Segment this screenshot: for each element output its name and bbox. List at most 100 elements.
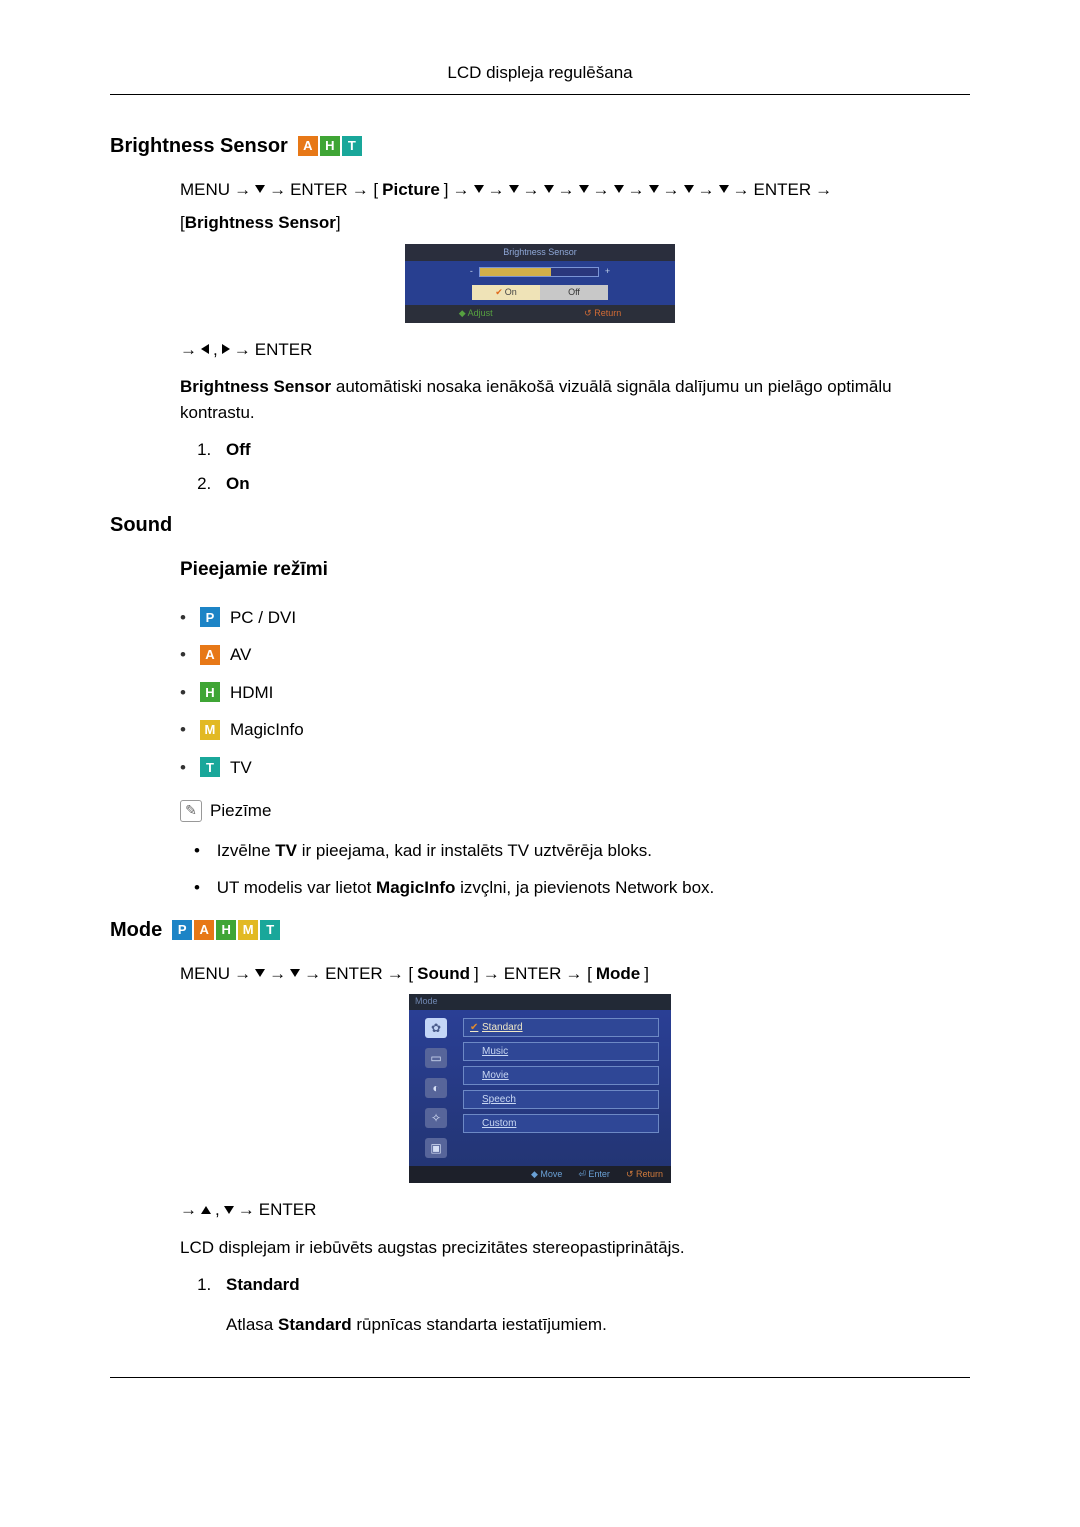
footer-rule [110,1377,970,1378]
side-icon[interactable]: ✿ [425,1018,447,1038]
mode-icon-h: H [216,920,236,940]
osd-mode-list: ✔Standard Music Movie Speech Custom [463,1010,671,1166]
side-icon[interactable]: ▣ [425,1138,447,1158]
osd-item-speech[interactable]: Speech [463,1090,659,1109]
brightness-mode-icons: A H T [298,136,362,156]
left-arrow-icon [201,344,209,354]
mode-item-av: A AV [180,642,970,668]
down-arrow-icon [614,185,624,193]
down-arrow-icon [684,185,694,193]
down-arrow-icon [224,1206,234,1214]
mode-nav-path: MENU → → →ENTER → [Sound] →ENTER → [Mode… [180,961,970,987]
osd-slider[interactable] [479,267,599,277]
available-modes-heading: Pieejamie režīmi [180,556,970,585]
page-header: LCD displeja regulēšana [110,60,970,95]
down-arrow-icon [290,969,300,977]
right-arrow-icon [222,344,230,354]
note-tv: Izvēlne TV ir pieejama, kad ir instalēts… [194,838,970,864]
nav-enter: ENTER [259,1197,317,1223]
osd-title: Brightness Sensor [405,244,675,262]
mode-icon-t: T [200,757,220,777]
mode-option-standard: Standard Atlasa Standard rūpnīcas standa… [216,1272,970,1337]
down-arrow-icon [509,185,519,193]
nav-brightness-sensor: Brightness Sensor [185,213,336,232]
up-arrow-icon [201,1206,211,1214]
mode-description: LCD displejam ir iebūvēts augstas preciz… [180,1235,970,1261]
sound-heading: Sound [110,510,970,540]
mode-post-nav: →, →ENTER [180,1197,970,1223]
mode-icon-a: A [298,136,318,156]
osd-enter-hint: ⏎ Enter [578,1168,610,1182]
note-icon: ✎ [180,800,202,822]
nav-mode: Mode [596,961,640,987]
nav-picture: Picture [382,177,440,203]
mode-item-magicinfo: M MagicInfo [180,717,970,743]
mode-label: PC / DVI [230,605,296,631]
down-arrow-icon [649,185,659,193]
nav-sound: Sound [417,961,470,987]
mode-icon-a: A [194,920,214,940]
osd-title: Mode [409,994,671,1010]
nav-enter: ENTER [290,177,348,203]
brightness-sensor-heading: Brightness Sensor A H T [110,131,970,161]
mode-icon-t: T [342,136,362,156]
side-icon[interactable]: ◐ [425,1078,447,1098]
nav-enter: ENTER [325,961,383,987]
mode-icon-h: H [320,136,340,156]
down-arrow-icon [719,185,729,193]
osd-on-button[interactable]: ✔On [472,285,540,301]
brightness-option-on: On [216,471,970,497]
brightness-heading-text: Brightness Sensor [110,131,288,161]
down-arrow-icon [255,969,265,977]
mode-heading: Mode P A H M T [110,915,970,945]
brightness-osd: Brightness Sensor - + ✔On Off ◆ Adjust ↺… [405,244,675,323]
osd-adjust-hint: ◆ Adjust [459,307,493,321]
mode-item-tv: T TV [180,755,970,781]
nav-enter: ENTER [255,337,313,363]
nav-menu: MENU [180,961,230,987]
osd-slider-row: - + [405,261,675,283]
mode-heading-text: Mode [110,915,162,945]
brightness-description: Brightness Sensor automātiski nosaka ien… [180,374,970,425]
osd-minus[interactable]: - [470,265,473,279]
down-arrow-icon [544,185,554,193]
note-label: Piezīme [210,798,271,824]
mode-icon-h: H [200,682,220,702]
down-arrow-icon [579,185,589,193]
note-magicinfo: UT modelis var lietot MagicInfo izvçlni,… [194,875,970,901]
mode-label: HDMI [230,680,273,706]
nav-enter: ENTER [504,961,562,987]
mode-icon-m: M [200,720,220,740]
mode-icon-m: M [238,920,258,940]
notes-list: Izvēlne TV ir pieejama, kad ir instalēts… [194,838,970,901]
modes-list: P PC / DVI A AV H HDMI M MagicInfo T TV [180,605,970,781]
osd-item-music[interactable]: Music [463,1042,659,1061]
mode-label: AV [230,642,251,668]
brightness-nav-suffix: [Brightness Sensor] [180,210,970,236]
osd-item-standard[interactable]: ✔Standard [463,1018,659,1037]
osd-return-hint: ↺ Return [626,1168,663,1182]
mode-item-pc-dvi: P PC / DVI [180,605,970,631]
down-arrow-icon [474,185,484,193]
osd-off-button[interactable]: Off [540,285,608,301]
osd-item-movie[interactable]: Movie [463,1066,659,1085]
osd-item-custom[interactable]: Custom [463,1114,659,1133]
note-heading: ✎ Piezīme [180,798,970,824]
osd-side-icons: ✿ ▭ ◐ ✧ ▣ [409,1010,463,1166]
mode-osd: Mode ✿ ▭ ◐ ✧ ▣ ✔Standard Music Movie Spe… [409,994,671,1183]
nav-enter: ENTER [754,177,812,203]
side-icon[interactable]: ✧ [425,1108,447,1128]
mode-icon-t: T [260,920,280,940]
mode-options-list: Standard Atlasa Standard rūpnīcas standa… [216,1272,970,1337]
mode-heading-icons: P A H M T [172,920,280,940]
mode-icon-p: P [172,920,192,940]
mode-icon-p: P [200,607,220,627]
mode-item-hdmi: H HDMI [180,680,970,706]
osd-plus[interactable]: + [605,265,610,279]
mode-icon-a: A [200,645,220,665]
down-arrow-icon [255,185,265,193]
brightness-options-list: Off On [216,437,970,496]
mode-label: TV [230,755,252,781]
mode-label: MagicInfo [230,717,304,743]
side-icon[interactable]: ▭ [425,1048,447,1068]
